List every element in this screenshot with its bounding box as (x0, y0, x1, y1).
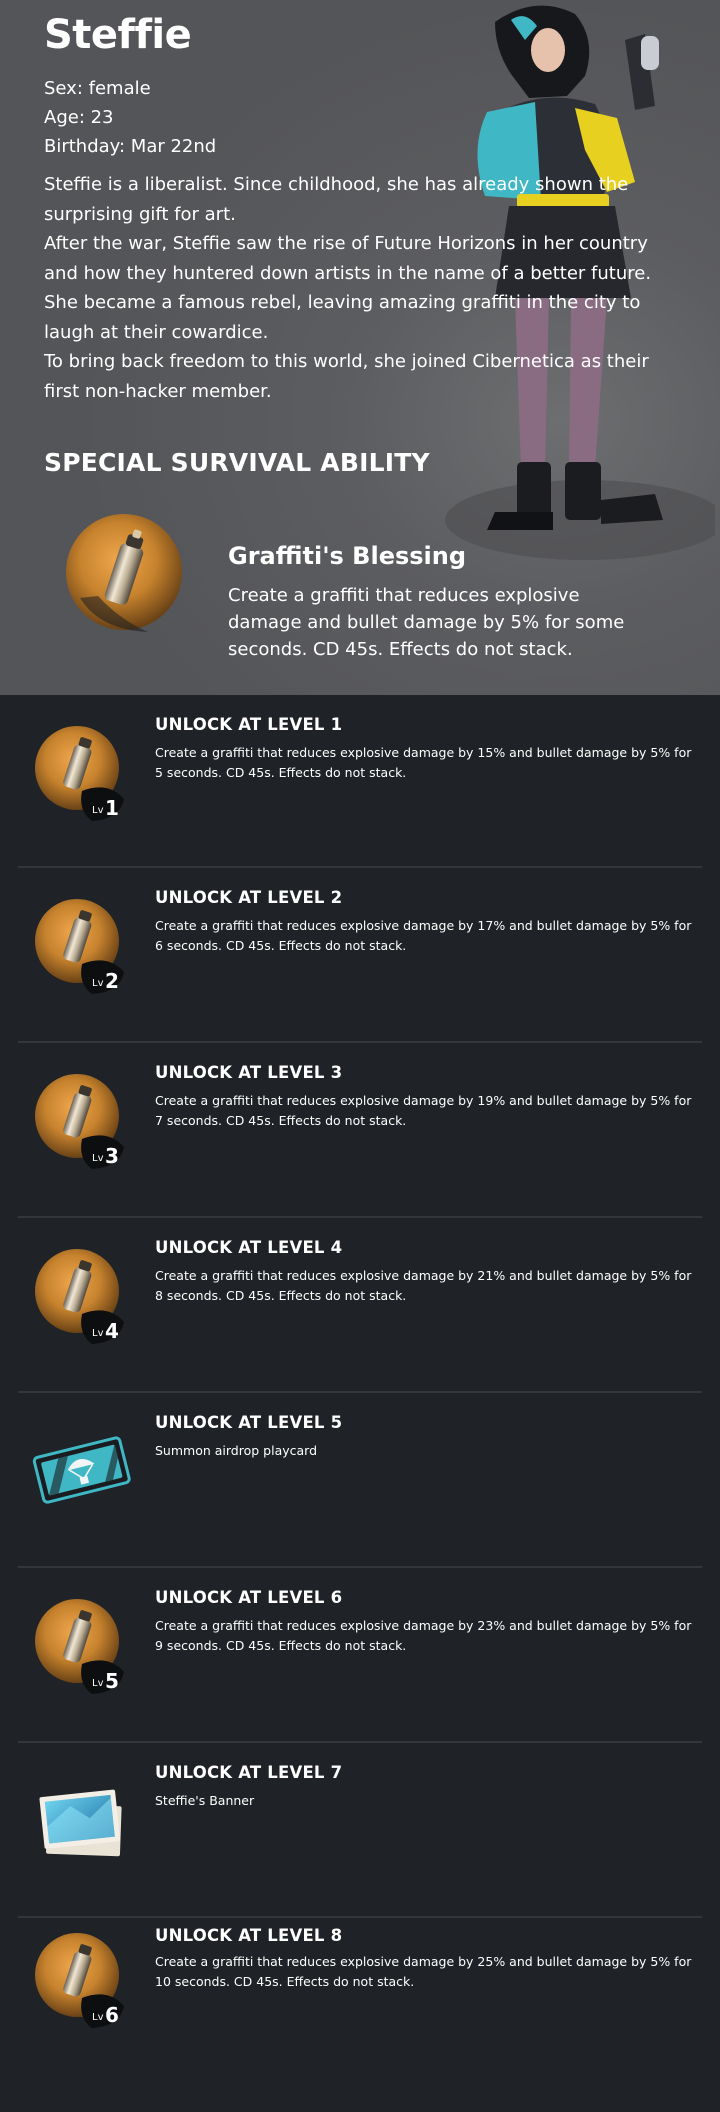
level-description: Create a graffiti that reduces explosive… (155, 1268, 692, 1303)
bio-paragraph: Steffie is a liberalist. Since childhood… (44, 174, 629, 225)
level-title: UNLOCK AT LEVEL 2 (155, 888, 343, 907)
character-hero: Steffie Sex: female Age: 23 Birthday: Ma… (0, 0, 720, 695)
list-item: Lv 1 UNLOCK AT LEVEL 1 Create a graffiti… (18, 695, 702, 868)
character-birthday: Birthday: Mar 22nd (44, 136, 217, 157)
list-item: UNLOCK AT LEVEL 7 Steffie's Banner (18, 1743, 702, 1918)
list-item: Lv 2 UNLOCK AT LEVEL 2 Create a graffiti… (18, 868, 702, 1043)
level-badge-prefix: Lv (92, 978, 104, 989)
level-title: UNLOCK AT LEVEL 4 (155, 1238, 343, 1257)
level-badge: 1 (105, 796, 119, 820)
level-title: UNLOCK AT LEVEL 6 (155, 1588, 343, 1607)
list-item: UNLOCK AT LEVEL 5 Summon airdrop playcar… (18, 1393, 702, 1568)
level-badge: 3 (105, 1144, 119, 1168)
list-item: Lv 6 UNLOCK AT LEVEL 8 Create a graffiti… (18, 1918, 702, 2112)
level-description: Create a graffiti that reduces explosive… (155, 1093, 692, 1128)
level-description: Create a graffiti that reduces explosive… (155, 918, 692, 953)
level-title: UNLOCK AT LEVEL 7 (155, 1763, 343, 1782)
bio-paragraph: To bring back freedom to this world, she… (44, 351, 649, 402)
level-title: UNLOCK AT LEVEL 1 (155, 715, 343, 734)
list-item: Lv 5 UNLOCK AT LEVEL 6 Create a graffiti… (18, 1568, 702, 1743)
spray-can-icon: Lv 6 (35, 1933, 124, 2028)
character-age: Age: 23 (44, 107, 114, 128)
list-item: Lv 4 UNLOCK AT LEVEL 4 Create a graffiti… (18, 1218, 702, 1393)
level-description: Create a graffiti that reduces explosive… (155, 1954, 692, 1989)
level-badge-prefix: Lv (92, 1678, 104, 1689)
level-badge-prefix: Lv (92, 1153, 104, 1164)
level-description: Create a graffiti that reduces explosive… (155, 745, 692, 780)
level-title: UNLOCK AT LEVEL 3 (155, 1063, 343, 1082)
character-name: Steffie (44, 12, 192, 58)
banner-icon (39, 1789, 122, 1857)
level-badge-prefix: Lv (92, 1328, 104, 1339)
ability-name: Graffiti's Blessing (228, 542, 467, 570)
character-bio: Steffie is a liberalist. Since childhood… (44, 170, 674, 406)
airdrop-card-icon (32, 1436, 131, 1504)
level-badge: 6 (105, 2003, 119, 2027)
level-description: Create a graffiti that reduces explosive… (155, 1618, 692, 1653)
spray-can-icon: Lv 4 (35, 1249, 124, 1344)
spray-can-icon (66, 514, 182, 632)
spray-can-icon: Lv 2 (35, 899, 124, 994)
level-unlock-list: Lv 1 UNLOCK AT LEVEL 1 Create a graffiti… (0, 695, 720, 2112)
character-sex: Sex: female (44, 78, 151, 99)
level-description: Steffie's Banner (155, 1793, 255, 1808)
spray-can-icon: Lv 1 (35, 726, 124, 821)
ability-description: Create a graffiti that reduces explosive… (228, 585, 625, 660)
spray-can-icon: Lv 3 (35, 1074, 124, 1169)
level-description: Summon airdrop playcard (155, 1443, 318, 1458)
level-badge: 2 (105, 969, 119, 993)
level-badge: 5 (105, 1669, 119, 1693)
level-badge-prefix: Lv (92, 805, 104, 816)
list-item: Lv 3 UNLOCK AT LEVEL 3 Create a graffiti… (18, 1043, 702, 1218)
level-badge-prefix: Lv (92, 2012, 104, 2023)
level-title: UNLOCK AT LEVEL 8 (155, 1926, 343, 1945)
level-title: UNLOCK AT LEVEL 5 (155, 1413, 343, 1432)
level-badge: 4 (105, 1319, 119, 1343)
spray-can-icon: Lv 5 (35, 1599, 124, 1694)
bio-paragraph: After the war, Steffie saw the rise of F… (44, 233, 652, 343)
ability-section-title: SPECIAL SURVIVAL ABILITY (44, 448, 430, 477)
